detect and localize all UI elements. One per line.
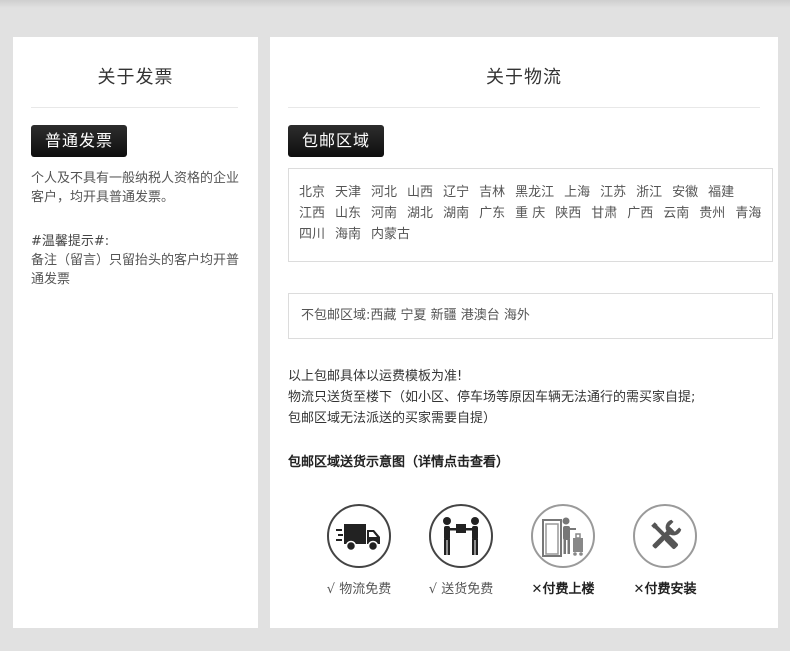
excluded-regions-text: 不包邮区域:西藏 宁夏 新疆 港澳台 海外 bbox=[301, 308, 530, 323]
region-item: 四川 bbox=[299, 227, 326, 242]
tip-text: 备注（留言）只留抬头的客户均开普通发票 bbox=[31, 253, 240, 287]
region-item: 内蒙古 bbox=[371, 227, 411, 242]
region-list: 北京 天津 河北 山西 辽宁 吉林 黑龙江 上海 江苏 浙江 安徽 福建 江西 … bbox=[299, 183, 762, 245]
region-item: 上海 bbox=[564, 185, 591, 200]
invoice-divider bbox=[31, 107, 238, 108]
shipping-note-line: 物流只送货至楼下（如小区、停车场等原因车辆无法通行的需买家自提; bbox=[288, 390, 696, 405]
invoice-description: 个人及不具有一般纳税人资格的企业客户，均开具普通发票。 bbox=[31, 171, 240, 205]
region-item: 山东 bbox=[335, 206, 362, 221]
service-caption: ✕付费安装 bbox=[633, 582, 697, 597]
service-item-paid-installation: ✕付费安装 bbox=[620, 504, 710, 597]
region-item: 广西 bbox=[627, 206, 654, 221]
invoice-panel: 关于发票 普通发票 个人及不具有一般纳税人资格的企业客户，均开具普通发票。 #温… bbox=[13, 37, 258, 628]
region-item: 甘肃 bbox=[591, 206, 618, 221]
service-item-free-delivery: √ 送货免费 bbox=[416, 504, 506, 597]
handover-icon bbox=[429, 504, 493, 568]
region-item: 浙江 bbox=[636, 185, 663, 200]
logistics-divider bbox=[288, 107, 760, 108]
region-item: 重 庆 bbox=[515, 206, 546, 221]
region-item: 福建 bbox=[708, 185, 735, 200]
top-shade bbox=[0, 0, 790, 8]
service-caption: √ 物流免费 bbox=[326, 582, 392, 597]
service-item-paid-upstairs: ✕付费上楼 bbox=[518, 504, 608, 597]
shipping-notes: 以上包邮具体以运费模板为准! 物流只送货至楼下（如小区、停车场等原因车辆无法通行… bbox=[288, 366, 773, 429]
region-item: 湖北 bbox=[407, 206, 434, 221]
logistics-title: 关于物流 bbox=[486, 67, 562, 88]
shipping-note-line: 以上包邮具体以运费模板为准! bbox=[288, 369, 463, 384]
region-item: 广东 bbox=[479, 206, 506, 221]
region-item: 江苏 bbox=[600, 185, 627, 200]
tools-icon bbox=[633, 504, 697, 568]
invoice-title: 关于发票 bbox=[97, 67, 174, 88]
region-item: 湖南 bbox=[443, 206, 470, 221]
tip-label: #温馨提示#: bbox=[31, 234, 110, 249]
shipping-note-line: 包邮区域无法派送的买家需要自提） bbox=[288, 411, 497, 426]
stairs-icon bbox=[531, 504, 595, 568]
region-item: 北京 bbox=[299, 185, 326, 200]
region-item: 河北 bbox=[371, 185, 398, 200]
region-item: 河南 bbox=[371, 206, 398, 221]
region-item: 辽宁 bbox=[443, 185, 470, 200]
region-item: 吉林 bbox=[479, 185, 506, 200]
region-item: 天津 bbox=[335, 185, 362, 200]
region-item: 安徽 bbox=[672, 185, 699, 200]
service-item-free-logistics: √ 物流免费 bbox=[314, 504, 404, 597]
free-shipping-regions-box: 北京 天津 河北 山西 辽宁 吉林 黑龙江 上海 江苏 浙江 安徽 福建 江西 … bbox=[288, 168, 773, 262]
region-item: 江西 bbox=[299, 206, 326, 221]
invoice-tag: 普通发票 bbox=[31, 125, 128, 157]
region-item: 青海 bbox=[735, 206, 762, 221]
region-item: 云南 bbox=[663, 206, 690, 221]
region-item: 陕西 bbox=[555, 206, 582, 221]
region-item: 山西 bbox=[407, 185, 434, 200]
region-item: 贵州 bbox=[699, 206, 726, 221]
excluded-regions-box: 不包邮区域:西藏 宁夏 新疆 港澳台 海外 bbox=[288, 293, 773, 339]
delivery-diagram-link[interactable]: 包邮区域送货示意图（详情点击查看） bbox=[288, 451, 509, 470]
service-caption: √ 送货免费 bbox=[428, 582, 494, 597]
logistics-panel: 关于物流 包邮区域 北京 天津 河北 山西 辽宁 吉林 黑龙江 上海 江苏 浙江… bbox=[270, 37, 778, 628]
free-shipping-tag: 包邮区域 bbox=[288, 125, 385, 157]
region-item: 黑龙江 bbox=[515, 185, 555, 200]
region-item: 海南 bbox=[335, 227, 362, 242]
truck-icon bbox=[327, 504, 391, 568]
service-caption: ✕付费上楼 bbox=[531, 582, 595, 597]
